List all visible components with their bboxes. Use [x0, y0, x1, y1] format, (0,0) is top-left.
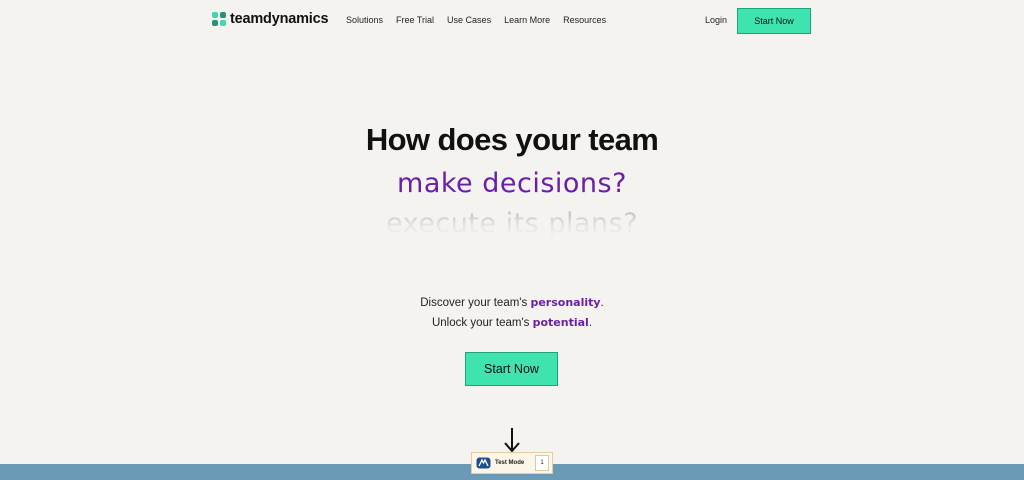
logo[interactable]: teamdynamics	[212, 11, 329, 27]
logo-text: teamdynamics	[230, 11, 329, 27]
test-mode-label: Test Mode	[495, 460, 525, 466]
test-mode-logo-icon	[476, 457, 491, 469]
hero-subline-2: Unlock your team's potential.	[0, 316, 1024, 329]
subline-2-prefix: Unlock your team's	[431, 317, 533, 329]
subline-2-suffix: .	[588, 317, 593, 329]
hero-rotator-current: make decisions?	[397, 168, 627, 199]
landing-page: teamdynamics Solutions Free Trial Use Ca…	[0, 0, 1024, 480]
login-link[interactable]: Login	[705, 15, 727, 25]
hero-rotator-next-text: execute its plans?	[385, 208, 639, 238]
subline-1-prefix: Discover your team's	[420, 297, 531, 309]
hero-subline-1: Discover your team's personality.	[0, 296, 1024, 309]
arrow-down-icon[interactable]	[503, 427, 521, 453]
nav-link-use-cases[interactable]: Use Cases	[447, 15, 491, 25]
subline-2-highlight: potential	[532, 316, 589, 329]
subline-1-suffix: .	[600, 297, 604, 309]
nav-link-resources[interactable]: Resources	[563, 15, 606, 25]
hero-rotator-next: execute its plans?	[0, 208, 1024, 238]
nav-links: Solutions Free Trial Use Cases Learn Mor…	[346, 15, 619, 25]
hero-start-now-button[interactable]: Start Now	[465, 352, 558, 386]
nav-link-solutions[interactable]: Solutions	[346, 15, 383, 25]
test-mode-count-badge: 1	[535, 455, 549, 471]
nav-start-now-button[interactable]: Start Now	[737, 8, 811, 34]
nav-link-free-trial[interactable]: Free Trial	[396, 15, 434, 25]
grid-logo-icon	[212, 11, 227, 27]
top-nav: teamdynamics Solutions Free Trial Use Ca…	[0, 0, 1024, 42]
hero-headline: How does your team	[365, 122, 659, 157]
subline-1-highlight: personality	[530, 296, 601, 309]
nav-link-learn-more[interactable]: Learn More	[504, 15, 550, 25]
